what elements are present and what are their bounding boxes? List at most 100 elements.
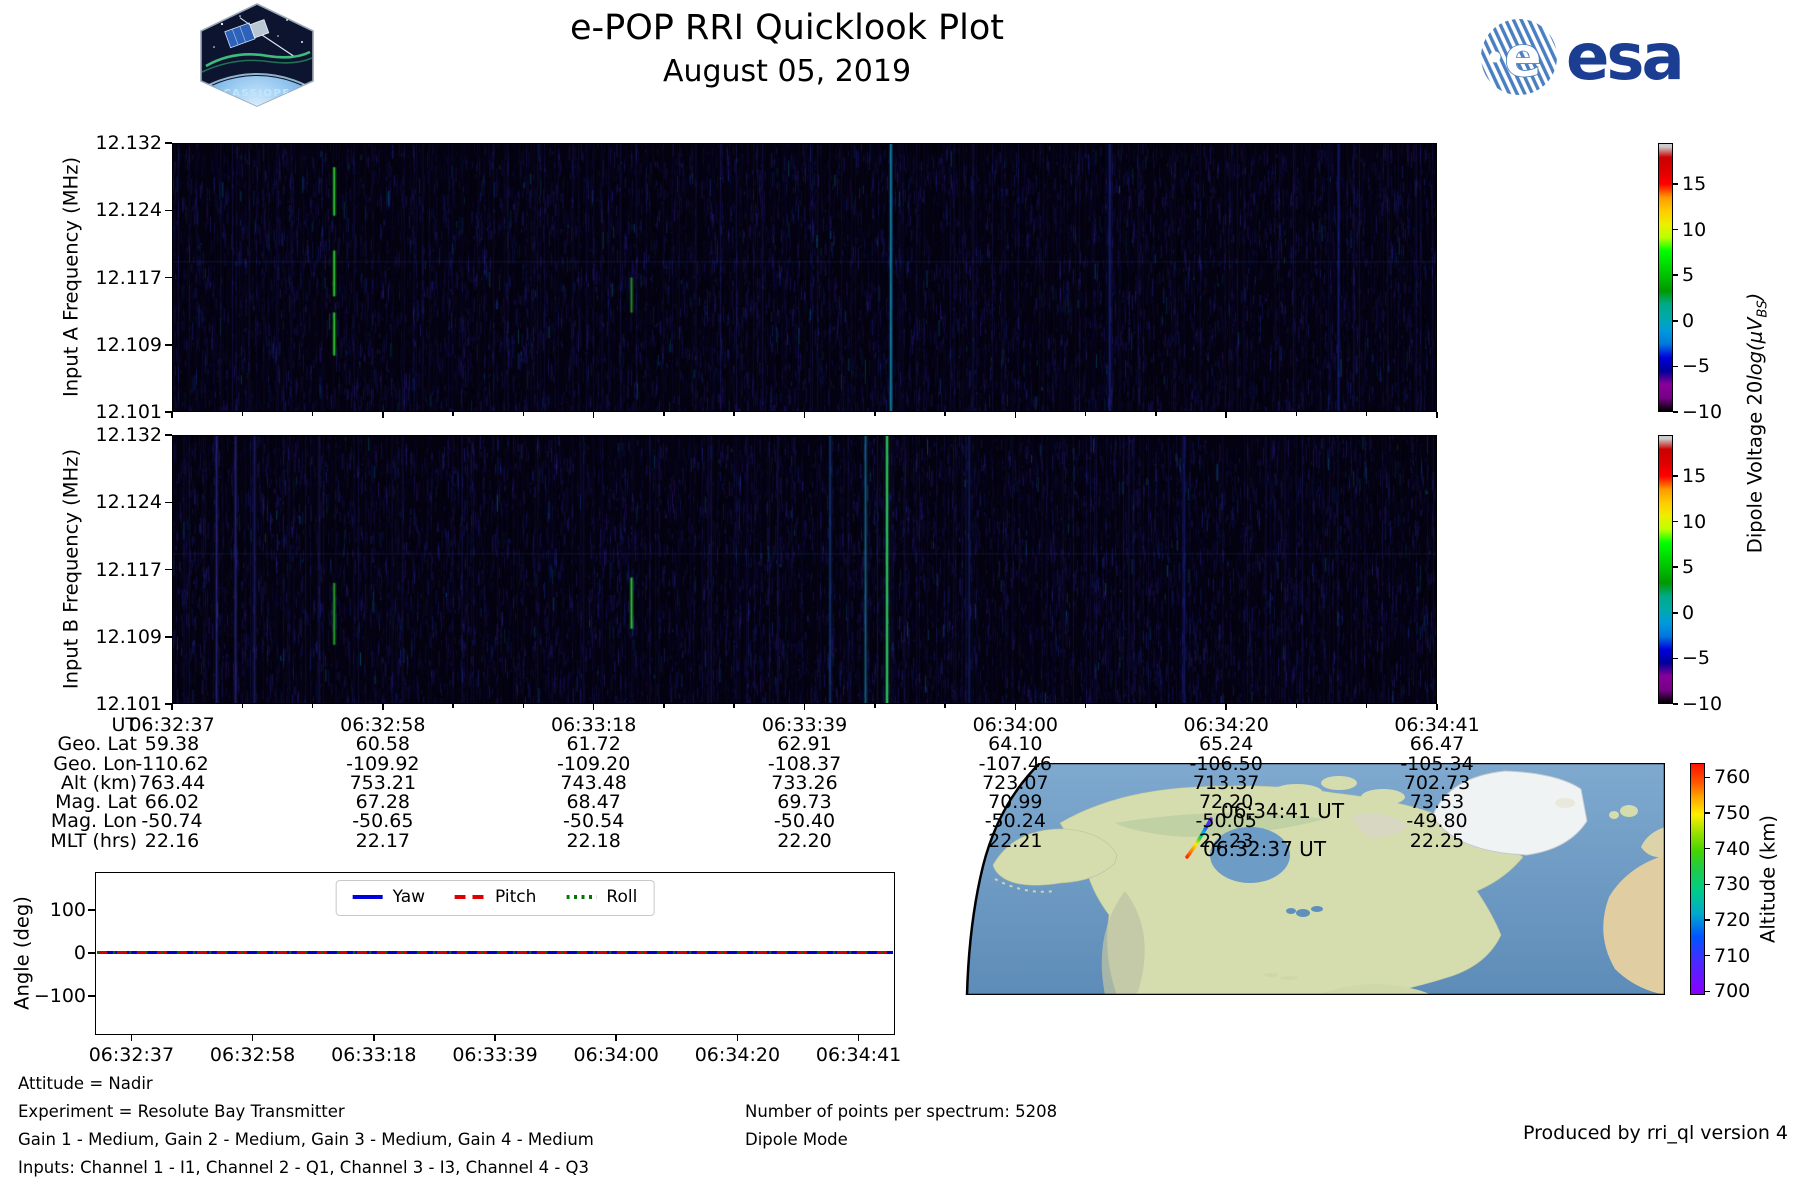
time-tick-mark — [1084, 412, 1087, 416]
page-title: e-POP RRI Quicklook Plot — [569, 8, 1005, 48]
time-tick-mark — [944, 412, 946, 416]
alt-cbar-tick-mark — [1705, 812, 1710, 814]
freq-tick-label: 12.132 — [95, 132, 162, 154]
cassiope-wordmark: CASSIOPE — [223, 88, 290, 99]
map-great-lakes — [1296, 909, 1310, 917]
alt-cbar-tick-mark — [1705, 990, 1710, 993]
ephemeris-column: 06:34:20 65.24 -106.50 713.37 72.20 -50.… — [1183, 714, 1269, 852]
angle-time-tick-mark — [373, 1035, 375, 1041]
dipole-label-prefix: Dipole Voltage 20 — [1743, 380, 1767, 554]
dipole-cbar-tick-label: −10 — [1682, 401, 1723, 423]
freq-tick-label: 12.124 — [95, 199, 162, 222]
freq-tick-mark — [165, 209, 172, 211]
dipole-cbar-tick-label: 15 — [1682, 465, 1707, 488]
dipole-cbar-tick-mark — [1673, 365, 1678, 368]
dipole-cbar-tick-mark — [1673, 228, 1678, 231]
dipole-colorbar-b — [1658, 435, 1673, 704]
time-tick-mark — [1225, 412, 1227, 418]
angle-time-tick-label: 06:32:37 — [88, 1044, 175, 1066]
dipole-cbar-tick-label: 10 — [1682, 510, 1707, 533]
time-tick-mark — [944, 704, 946, 708]
landmass-ireland — [1609, 811, 1619, 819]
ephemeris-column: 06:32:58 60.58 -109.92 753.21 67.28 -50.… — [340, 714, 426, 852]
angle-time-tick-mark — [736, 1035, 739, 1041]
time-tick-mark — [874, 412, 876, 416]
time-tick-mark — [1155, 704, 1157, 708]
legend-item: Yaw — [352, 887, 425, 907]
time-tick-mark — [803, 704, 806, 710]
time-tick-mark — [1014, 412, 1017, 418]
ephemeris-column: 06:33:18 61.72 -109.20 743.48 68.47 -50.… — [550, 714, 637, 852]
freq-tick-label: 12.124 — [95, 491, 162, 514]
dipole-label-sub: BS — [1755, 300, 1771, 318]
dipole-cbar-tick-label: −5 — [1682, 355, 1711, 378]
map-great-lakes — [1286, 908, 1296, 914]
time-tick-mark — [241, 412, 244, 416]
freq-tick-mark — [165, 276, 172, 279]
esa-logo: e esa — [1478, 14, 1688, 102]
legend-item: Pitch — [455, 887, 536, 907]
time-tick-mark — [592, 412, 595, 418]
angle-time-tick-mark — [615, 1035, 617, 1041]
freq-tick-mark — [165, 344, 172, 346]
dipole-cbar-tick-label: 0 — [1682, 601, 1695, 624]
time-tick-mark — [171, 704, 173, 710]
time-tick-mark — [1295, 704, 1298, 708]
dipole-cbar-tick-mark — [1673, 566, 1678, 568]
angle-tick-mark — [88, 909, 95, 911]
time-tick-mark — [803, 412, 806, 418]
legend-item: Roll — [566, 887, 637, 907]
legend-label: Roll — [606, 887, 638, 907]
angle-time-tick-mark — [857, 1035, 860, 1041]
time-tick-mark — [1225, 704, 1227, 710]
time-tick-mark — [311, 704, 314, 708]
dipole-cbar-tick-mark — [1673, 320, 1678, 322]
experiment-note: Experiment = Resolute Bay Transmitter — [18, 1102, 345, 1121]
alt-cbar-tick-label: 730 — [1714, 873, 1751, 896]
angle-tick-mark — [88, 952, 95, 954]
dipole-cbar-tick-mark — [1673, 183, 1678, 185]
map-area — [967, 763, 1665, 995]
ephemeris-column: 06:34:00 64.10 -107.46 723.07 70.99 -50.… — [972, 714, 1058, 852]
dipole-cbar-tick-label: 15 — [1682, 173, 1707, 196]
angle-tick-label: 100 — [49, 898, 86, 921]
freq-tick-label: 12.117 — [95, 266, 162, 289]
esa-emblem-e: e — [1504, 25, 1542, 90]
alt-cbar-tick-label: 710 — [1714, 944, 1751, 967]
dipole-cbar-tick-label: 5 — [1682, 264, 1695, 287]
landmass-uk — [1620, 805, 1638, 817]
points-per-spectrum-note: Number of points per spectrum: 5208 — [745, 1102, 1058, 1121]
angle-tick-label: 0 — [73, 942, 86, 964]
dipole-cbar-tick-mark — [1673, 475, 1678, 477]
angle-time-tick-mark — [494, 1035, 496, 1041]
alt-cbar-tick-label: 700 — [1714, 980, 1751, 1003]
time-tick-mark — [382, 412, 384, 418]
time-tick-mark — [171, 412, 173, 418]
legend-label: Pitch — [495, 887, 537, 907]
legend-line-sample — [455, 895, 486, 899]
gains-note: Gain 1 - Medium, Gain 2 - Medium, Gain 3… — [18, 1130, 594, 1149]
angle-time-tick-label: 06:34:20 — [694, 1044, 781, 1066]
landmass-caribbean — [1264, 973, 1278, 977]
dipole-cbar-tick-mark — [1673, 657, 1678, 660]
ground-track-map: 06:34:41 UT 06:32:37 UT — [965, 763, 1665, 995]
alt-cbar-tick-mark — [1705, 954, 1710, 957]
attitude-zero-line — [97, 950, 893, 954]
attitude-note: Attitude = Nadir — [18, 1074, 153, 1093]
map-great-lakes — [1311, 906, 1323, 912]
freq-tick-label: 12.101 — [95, 401, 162, 423]
landmass-arctic-island — [1321, 776, 1357, 790]
time-tick-mark — [452, 704, 454, 708]
ephemeris-column: 06:33:39 62.91 -108.37 733.26 69.73 -50.… — [761, 714, 848, 852]
altitude-colorbar-label: Altitude (km) — [1756, 815, 1780, 943]
altitude-colorbar — [1690, 763, 1705, 995]
angle-tick-mark — [88, 995, 95, 997]
alt-cbar-tick-mark — [1705, 776, 1710, 779]
time-tick-mark — [452, 412, 454, 416]
dipole-label-mid: (μV — [1743, 317, 1767, 351]
input-b-spectrogram — [172, 435, 1437, 704]
time-tick-mark — [592, 704, 595, 710]
dipole-cbar-tick-mark — [1673, 274, 1678, 276]
dipole-cbar-tick-mark — [1673, 520, 1678, 523]
attitude-legend: Yaw Pitch Roll — [335, 880, 655, 916]
